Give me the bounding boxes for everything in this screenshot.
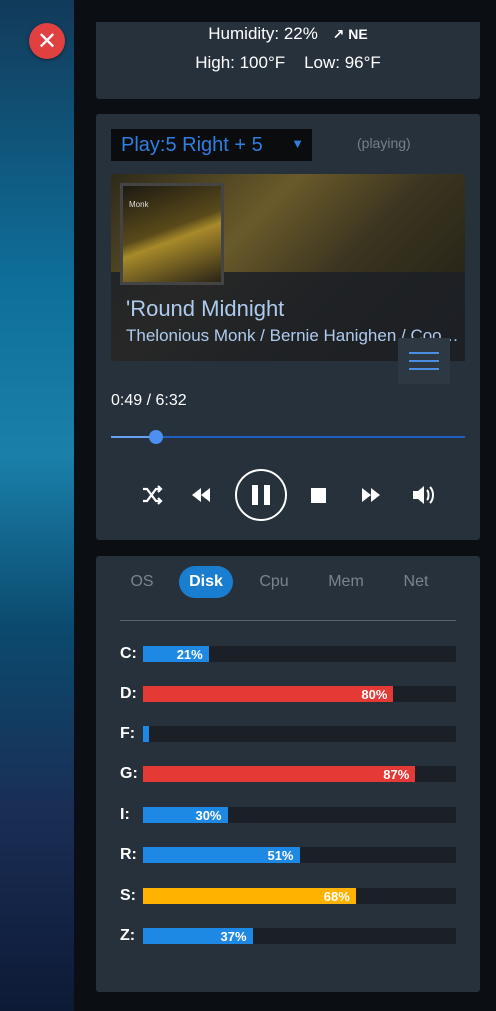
disk-usage-bar: 37% <box>143 928 253 944</box>
disk-usage-label: 37% <box>220 928 247 944</box>
monitor-tabs: OS Disk Cpu Mem Net <box>116 566 460 600</box>
drive-label: S: <box>120 887 136 904</box>
low-temp: Low: 96°F <box>304 53 381 72</box>
wind-arrow-icon: ↗ <box>332 26 345 42</box>
chevron-down-icon: ▼ <box>291 136 304 151</box>
drive-label: D: <box>120 685 137 702</box>
volume-icon[interactable] <box>411 484 435 506</box>
wind-direction: NE <box>348 26 368 42</box>
fast-forward-icon[interactable] <box>360 486 382 504</box>
humidity-row: Humidity: 22% ↗ NE <box>96 24 480 44</box>
playlist-value: Play:5 Right + 5 <box>121 134 263 156</box>
drive-label: R: <box>120 846 137 863</box>
playlist-select[interactable]: Play:5 Right + 5 ▼ <box>111 129 312 161</box>
album-artwork-background: Monk 'Round Midnight Thelonious Monk / B… <box>111 174 465 361</box>
disk-row: F: <box>120 725 456 743</box>
desktop-background <box>0 0 74 1011</box>
disk-row: G: 87% <box>120 765 456 783</box>
drive-label: F: <box>120 725 136 742</box>
disk-usage-bar: 68% <box>143 888 356 904</box>
weather-panel: Humidity: 22% ↗ NE High: 100°F Low: 96°F <box>96 22 480 99</box>
disk-row: Z: 37% <box>120 927 456 945</box>
total-time: 6:32 <box>155 392 187 409</box>
disk-usage-track <box>143 726 456 742</box>
humidity-text: Humidity: 22% <box>208 24 318 43</box>
drive-label: G: <box>120 765 138 782</box>
disk-usage-bar <box>143 726 149 742</box>
seek-handle[interactable] <box>148 430 163 444</box>
tab-divider <box>120 620 456 621</box>
stop-icon[interactable] <box>311 488 326 503</box>
drive-label: Z: <box>120 927 136 944</box>
disk-usage-label: 87% <box>383 766 410 782</box>
disk-usage-bar: 51% <box>143 847 300 863</box>
drive-label: I: <box>120 806 130 823</box>
disk-row: I: 30% <box>120 806 456 824</box>
disk-usage-bar: 80% <box>143 686 394 702</box>
tab-os[interactable]: OS <box>116 566 168 598</box>
disk-usage-bar: 30% <box>143 807 228 823</box>
disk-usage-track: 30% <box>143 807 456 823</box>
disk-usage-bar: 21% <box>143 646 209 662</box>
album-thumb-text: Monk <box>129 200 149 209</box>
time-separator: / <box>146 392 152 409</box>
disk-row: S: 68% <box>120 887 456 905</box>
music-player-panel: Play:5 Right + 5 ▼ (playing) Monk 'Round… <box>96 114 480 540</box>
wind-indicator: ↗ NE <box>333 26 368 42</box>
close-icon[interactable]: ✕ <box>29 23 65 59</box>
album-thumbnail[interactable]: Monk <box>120 183 224 285</box>
disk-row: D: 80% <box>120 685 456 703</box>
rewind-icon[interactable] <box>190 486 212 504</box>
time-readout: 0:49 / 6:32 <box>111 392 187 410</box>
pause-icon[interactable] <box>235 469 287 521</box>
disk-usage-label: 51% <box>267 847 294 863</box>
high-temp: High: 100°F <box>195 53 286 72</box>
system-monitor-panel: OS Disk Cpu Mem Net C: 21% D: 80% F: G: … <box>96 556 480 992</box>
disk-usage-bar: 87% <box>143 766 416 782</box>
tab-mem[interactable]: Mem <box>316 566 376 598</box>
disk-row: R: 51% <box>120 846 456 864</box>
playback-controls <box>111 466 465 524</box>
seek-slider[interactable] <box>111 430 465 444</box>
hamburger-icon[interactable] <box>398 338 450 384</box>
tab-disk[interactable]: Disk <box>179 566 233 598</box>
disk-usage-track: 21% <box>143 646 456 662</box>
temperature-row: High: 100°F Low: 96°F <box>96 53 480 73</box>
disk-usage-track: 37% <box>143 928 456 944</box>
drive-label: C: <box>120 645 137 662</box>
play-status: (playing) <box>357 135 411 151</box>
disk-usage-track: 80% <box>143 686 456 702</box>
disk-usage-track: 68% <box>143 888 456 904</box>
disk-row: C: 21% <box>120 645 456 663</box>
track-title: 'Round Midnight <box>126 296 285 321</box>
disk-usage-label: 30% <box>195 807 222 823</box>
disk-usage-track: 51% <box>143 847 456 863</box>
disk-usage-track: 87% <box>143 766 456 782</box>
tab-cpu[interactable]: Cpu <box>246 566 302 598</box>
disk-usage-label: 21% <box>176 646 203 662</box>
shuffle-icon[interactable] <box>141 484 163 506</box>
current-time: 0:49 <box>111 392 143 409</box>
disk-usage-label: 68% <box>323 888 350 904</box>
tab-net[interactable]: Net <box>388 566 444 598</box>
disk-usage-label: 80% <box>361 686 388 702</box>
